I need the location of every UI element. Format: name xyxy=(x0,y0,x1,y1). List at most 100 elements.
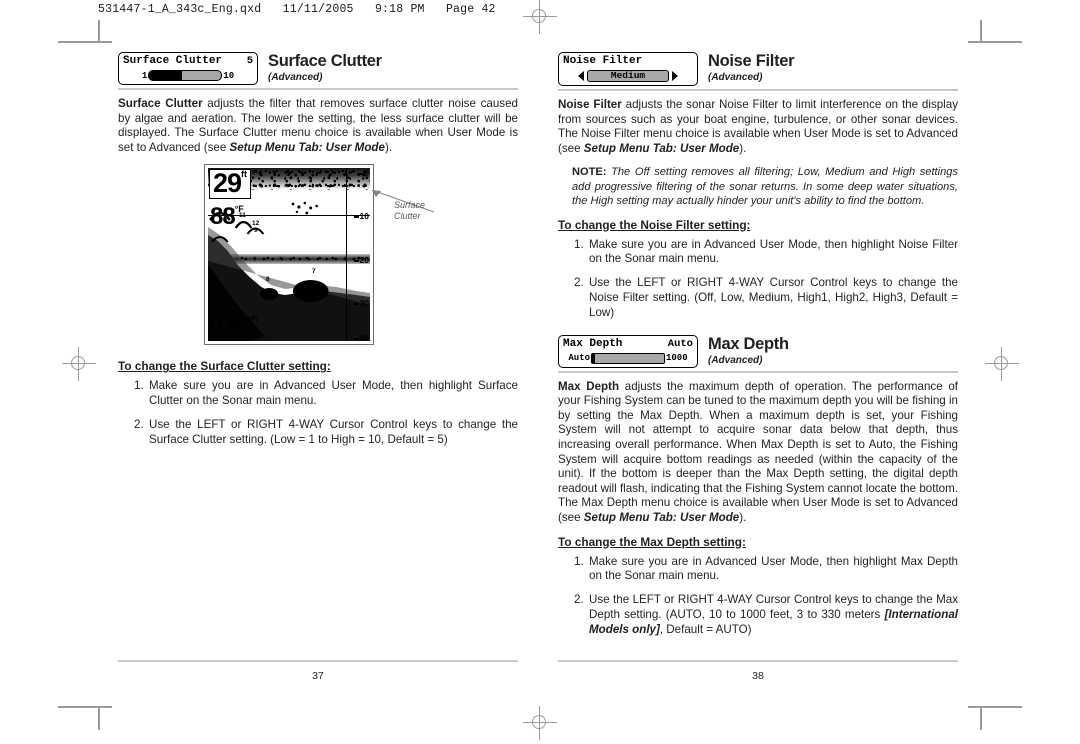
surface-clutter-slider-fill xyxy=(149,71,182,80)
surface-clutter-lead: Surface Clutter xyxy=(118,97,203,110)
noise-filter-widget-label: Noise Filter xyxy=(563,55,643,67)
right-arrow-icon[interactable] xyxy=(672,71,678,81)
noise-filter-lead: Noise Filter xyxy=(558,98,622,111)
noise-filter-heading-block: Noise Filter (Advanced) xyxy=(708,52,958,83)
crop-mark-bottom-left-vertical xyxy=(98,706,100,730)
steps-max-depth: Make sure you are in Advanced User Mode,… xyxy=(558,555,958,638)
sonar-depth-tick-40: 40 xyxy=(353,334,369,341)
surface-clutter-widget-row: Surface Clutter 5 1 10 Surface Clutter (… xyxy=(118,52,518,85)
divider-left-top xyxy=(118,88,518,90)
crop-mark-top-right-vertical xyxy=(980,20,982,42)
noise-filter-text-2: ). xyxy=(739,141,747,155)
surface-clutter-slider-row[interactable]: 1 10 xyxy=(123,70,253,81)
sonar-depth-tick-20: 20 xyxy=(353,256,369,265)
sonar-speed-value: 0.5 xyxy=(210,313,241,341)
max-depth-slider-row[interactable]: Auto 1000 xyxy=(563,352,693,364)
max-depth-advanced-tag: (Advanced) xyxy=(708,354,763,366)
callout-line-2: Clutter xyxy=(394,211,421,222)
steps-noise-filter: Make sure you are in Advanced User Mode,… xyxy=(558,238,958,321)
surface-clutter-advanced-tag: (Advanced) xyxy=(268,72,323,83)
registration-mark-bottom xyxy=(523,706,557,740)
sonar-fish-label-9: 9 xyxy=(254,227,258,235)
surface-clutter-widget-header: Surface Clutter 5 xyxy=(123,55,253,68)
prepress-file-header: 531447-1_A_343c_Eng.qxd 11/11/2005 9:18 … xyxy=(98,3,496,16)
max-depth-text-2: ). xyxy=(739,510,747,524)
crop-mark-top-left-horizontal xyxy=(58,41,112,43)
surface-clutter-range-min: 1 xyxy=(141,70,148,81)
max-depth-slider[interactable] xyxy=(591,352,665,364)
page-left: Surface Clutter 5 1 10 Surface Clutter (… xyxy=(118,52,518,457)
surface-clutter-slider[interactable] xyxy=(148,70,223,81)
page-title-max-depth: Max Depth xyxy=(708,334,789,353)
step-item: Use the LEFT or RIGHT 4-WAY Cursor Contr… xyxy=(574,276,958,319)
footer-right: 38 xyxy=(558,660,958,682)
sonar-depth-scale: 0 10 20 30 40 xyxy=(346,168,370,342)
crop-mark-top-right-horizontal xyxy=(968,41,1022,43)
max-depth-heading-block: Max Depth (Advanced) xyxy=(708,335,958,366)
footer-rule-right xyxy=(558,660,958,662)
surface-clutter-heading-block: Surface Clutter (Advanced) xyxy=(268,52,518,83)
sonar-speed-readout: 0.5mph xyxy=(210,315,257,339)
sonar-depth-readout: 29ft xyxy=(209,169,252,200)
max-depth-widget-label: Max Depth xyxy=(563,337,623,350)
max-depth-widget-row: Max Depth Auto Auto 1000 Max Depth (Adva… xyxy=(558,334,958,368)
step-item: Use the LEFT or RIGHT 4-WAY Cursor Contr… xyxy=(558,593,958,637)
crop-mark-bottom-right-vertical xyxy=(980,706,982,730)
callout-label-surface-clutter: Surface Clutter xyxy=(394,200,425,222)
noise-filter-widget-row: Noise Filter Medium Noise Filter (Advanc… xyxy=(558,52,958,86)
max-depth-reference: Setup Menu Tab: User Mode xyxy=(583,510,740,524)
sonar-depth-unit: ft xyxy=(241,169,248,180)
max-depth-description: Max Depth adjusts the maximum depth of o… xyxy=(558,380,958,526)
divider-right-bottom xyxy=(558,370,958,373)
noise-filter-option-row[interactable]: Medium xyxy=(563,70,693,82)
sonar-depth-tick-0: 0 xyxy=(358,169,369,178)
note-text: The Off setting removes all filtering; L… xyxy=(572,166,958,208)
noise-filter-advanced-tag: (Advanced) xyxy=(708,72,763,83)
sonar-fish-label-7: 7 xyxy=(312,268,316,276)
sonar-temperature-value: 88 xyxy=(210,203,236,231)
page-title-surface-clutter: Surface Clutter xyxy=(268,52,382,70)
max-depth-widget-header: Max Depth Auto xyxy=(563,338,693,351)
max-depth-range-min: Auto xyxy=(568,353,590,364)
max-depth-text-1: adjusts the maximum depth of operation. … xyxy=(558,379,958,524)
divider-right-top xyxy=(558,89,958,91)
note-label: NOTE: xyxy=(572,166,607,179)
left-arrow-icon[interactable] xyxy=(578,71,584,81)
max-depth-lead: Max Depth xyxy=(558,379,620,393)
sonar-figure: 11 12 9 8 7 0 10 20 30 40 29ft 88°F 0.5m… xyxy=(118,164,518,349)
steps-surface-clutter: Make sure you are in Advanced User Mode,… xyxy=(118,379,518,447)
surface-clutter-description: Surface Clutter adjusts the filter that … xyxy=(118,97,518,155)
sonar-temperature-unit: °F xyxy=(234,204,244,215)
noise-filter-value[interactable]: Medium xyxy=(587,70,669,82)
max-depth-menu-widget[interactable]: Max Depth Auto Auto 1000 xyxy=(558,334,698,368)
registration-mark-left xyxy=(62,347,96,381)
crop-mark-top-left-vertical xyxy=(98,20,100,42)
noise-filter-note: NOTE: The Off setting removes all filter… xyxy=(572,165,958,208)
surface-clutter-widget-label: Surface Clutter xyxy=(123,55,223,67)
max-depth-range-max: 1000 xyxy=(666,353,688,364)
registration-mark-right xyxy=(985,347,1019,381)
howto-title-noise-filter: To change the Noise Filter setting: xyxy=(558,217,751,232)
crop-mark-bottom-right-horizontal xyxy=(968,706,1022,708)
sonar-temperature-readout: 88°F xyxy=(210,205,244,229)
sonar-fish-label-12: 12 xyxy=(252,220,260,228)
callout-line-1: Surface xyxy=(394,200,426,211)
page-right: Noise Filter Medium Noise Filter (Advanc… xyxy=(558,52,958,647)
surface-clutter-text-2: ). xyxy=(384,140,393,154)
surface-clutter-reference: Setup Menu Tab: User Mode xyxy=(229,140,385,154)
noise-filter-reference: Setup Menu Tab: User Mode xyxy=(583,141,740,155)
step-item: Make sure you are in Advanced User Mode,… xyxy=(574,554,958,583)
sonar-display-inner: 11 12 9 8 7 0 10 20 30 40 29ft 88°F 0.5m… xyxy=(208,168,370,342)
noise-filter-menu-widget[interactable]: Noise Filter Medium xyxy=(558,52,698,86)
crop-mark-bottom-left-horizontal xyxy=(58,706,112,708)
sonar-speed-unit: mph xyxy=(240,314,258,324)
noise-filter-widget-header: Noise Filter xyxy=(563,55,693,68)
surface-clutter-widget-value: 5 xyxy=(246,55,253,67)
sonar-display-screenshot: 11 12 9 8 7 0 10 20 30 40 29ft 88°F 0.5m… xyxy=(204,164,374,346)
page-number-right: 38 xyxy=(752,669,764,682)
surface-clutter-menu-widget[interactable]: Surface Clutter 5 1 10 xyxy=(118,52,258,85)
page-title-noise-filter: Noise Filter xyxy=(708,52,795,70)
footer-rule-left xyxy=(118,660,518,662)
step-item: Make sure you are in Advanced User Mode,… xyxy=(574,237,958,266)
step-item: Use the LEFT or RIGHT 4-WAY Cursor Contr… xyxy=(134,417,518,446)
